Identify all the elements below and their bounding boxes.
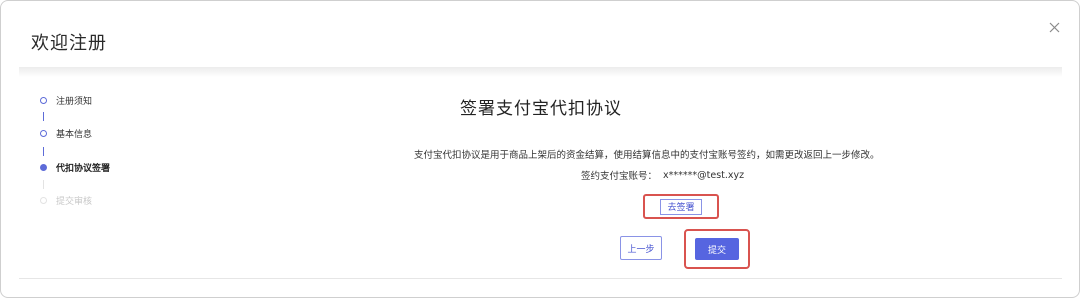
account-row: 签约支付宝账号： x******@test.xyz bbox=[581, 168, 745, 183]
step-label: 代扣协议签署 bbox=[56, 163, 111, 174]
step-basic-info: 基本信息 bbox=[40, 126, 92, 140]
step-agreement: 代扣协议签署 bbox=[40, 160, 110, 174]
header-shadow bbox=[19, 67, 1062, 77]
step-connector bbox=[43, 147, 44, 156]
agreement-description: 支付宝代扣协议是用于商品上架后的资金结算，使用结算信息中的支付宝账号签约，如需更… bbox=[414, 150, 880, 161]
step-connector bbox=[43, 180, 44, 189]
account-label: 签约支付宝账号： bbox=[581, 171, 658, 182]
sign-highlight: 去签署 bbox=[643, 194, 719, 219]
prev-step-button[interactable]: 上一步 bbox=[620, 236, 662, 260]
close-icon bbox=[1049, 22, 1059, 32]
dialog-title: 欢迎注册 bbox=[31, 33, 107, 54]
step-dot bbox=[40, 163, 47, 171]
register-dialog: 欢迎注册 注册须知 基本信息 代扣协议签署 提交审核 签署支付宝代扣协议 支付宝… bbox=[0, 0, 1080, 298]
page-heading: 签署支付宝代扣协议 bbox=[460, 99, 622, 119]
sign-button[interactable]: 去签署 bbox=[660, 198, 702, 215]
step-label: 基本信息 bbox=[56, 129, 93, 140]
footer-divider bbox=[19, 278, 1062, 279]
step-dot bbox=[40, 129, 47, 137]
step-submit-review: 提交审核 bbox=[40, 193, 92, 207]
submit-button[interactable]: 提交 bbox=[695, 238, 739, 260]
step-dot bbox=[40, 196, 47, 204]
submit-highlight: 提交 bbox=[684, 229, 750, 269]
account-value: x******@test.xyz bbox=[663, 169, 745, 181]
step-label: 提交审核 bbox=[56, 196, 93, 207]
close-button[interactable] bbox=[1043, 16, 1065, 38]
